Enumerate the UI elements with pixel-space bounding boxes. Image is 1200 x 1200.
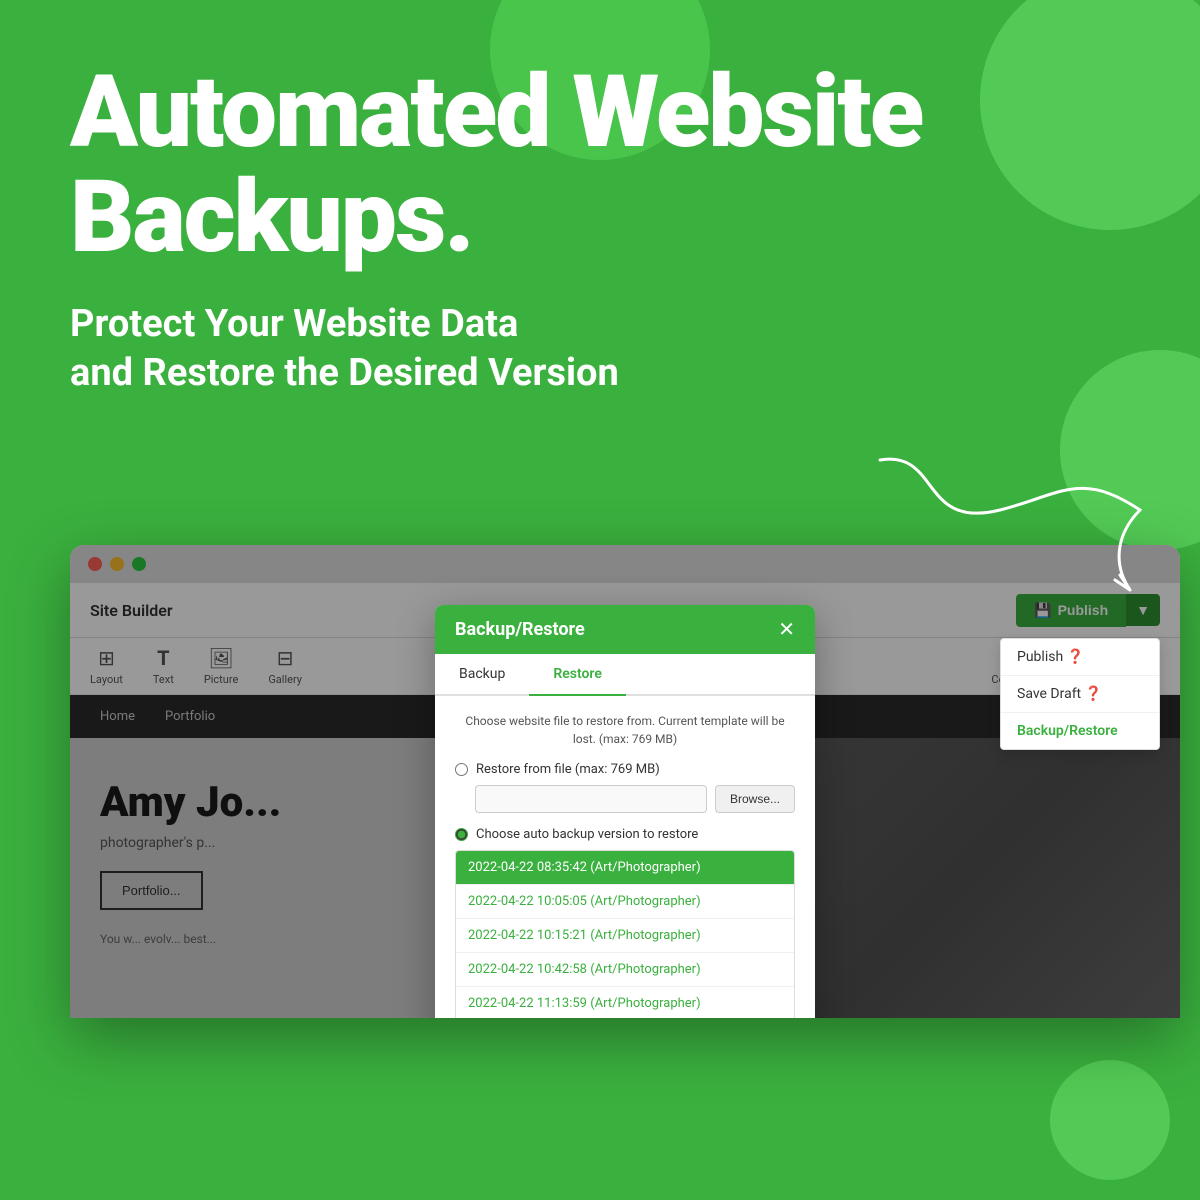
file-path-input[interactable] <box>475 785 707 813</box>
subtitle: Protect Your Website Data and Restore th… <box>70 300 1130 399</box>
radio-row-auto: Choose auto backup version to restore <box>455 827 795 842</box>
publish-dropdown: Publish ❓ Save Draft ❓ Backup/Restore <box>1000 638 1160 750</box>
backup-item-4[interactable]: 2022-04-22 11:13:59 (Art/Photographer) <box>456 987 794 1018</box>
modal-body: Choose website file to restore from. Cur… <box>435 696 815 1018</box>
tab-restore[interactable]: Restore <box>529 654 626 696</box>
backup-item-3[interactable]: 2022-04-22 10:42:58 (Art/Photographer) <box>456 953 794 987</box>
modal-description: Choose website file to restore from. Cur… <box>455 712 795 748</box>
modal-tabs: Backup Restore <box>435 654 815 696</box>
file-input-row: Browse... <box>475 785 795 813</box>
backup-item-1[interactable]: 2022-04-22 10:05:05 (Art/Photographer) <box>456 885 794 919</box>
decoration-circle-bottom <box>1050 1060 1170 1180</box>
radio-auto[interactable] <box>455 828 468 841</box>
hero-section: Automated Website Backups. Protect Your … <box>0 0 1200 399</box>
radio-row-file: Restore from file (max: 769 MB) <box>455 762 795 777</box>
dropdown-save-draft[interactable]: Save Draft ❓ <box>1001 676 1159 713</box>
decorative-arrow <box>860 430 1160 630</box>
modal-close-button[interactable]: ✕ <box>778 620 795 640</box>
radio-auto-label: Choose auto backup version to restore <box>476 827 698 842</box>
radio-file[interactable] <box>455 763 468 776</box>
backup-restore-modal: Backup/Restore ✕ Backup Restore Choose w… <box>435 605 815 1018</box>
backup-item-2[interactable]: 2022-04-22 10:15:21 (Art/Photographer) <box>456 919 794 953</box>
modal-title: Backup/Restore <box>455 619 585 640</box>
modal-header: Backup/Restore ✕ <box>435 605 815 654</box>
backup-item-0[interactable]: 2022-04-22 08:35:42 (Art/Photographer) <box>456 851 794 885</box>
tab-backup[interactable]: Backup <box>435 654 529 696</box>
dropdown-publish[interactable]: Publish ❓ <box>1001 639 1159 676</box>
browse-button[interactable]: Browse... <box>715 785 795 813</box>
backup-versions-list: 2022-04-22 08:35:42 (Art/Photographer) 2… <box>455 850 795 1018</box>
main-title: Automated Website Backups. <box>70 60 1130 270</box>
radio-file-label: Restore from file (max: 769 MB) <box>476 762 660 777</box>
dropdown-backup-restore[interactable]: Backup/Restore <box>1001 713 1159 749</box>
